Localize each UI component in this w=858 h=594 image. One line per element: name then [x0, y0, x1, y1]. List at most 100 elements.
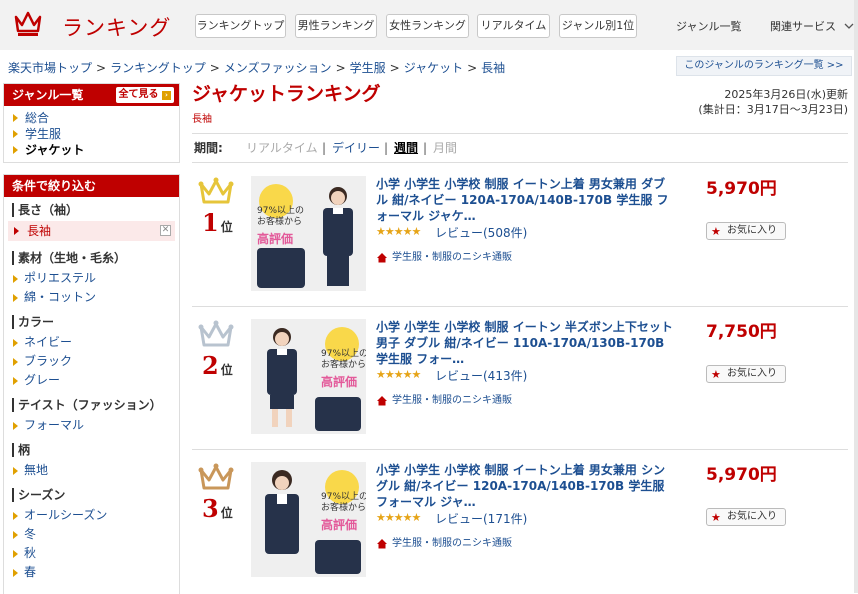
filter-item[interactable]: フォーマル — [4, 416, 179, 435]
period-weekly[interactable]: 週間 — [394, 134, 418, 162]
product-image[interactable]: 97%以上の お客様から 高評価 — [251, 462, 366, 577]
breadcrumb-item[interactable]: 長袖 — [481, 61, 505, 75]
shop-link[interactable]: 学生服・制服のニシキ通販 — [376, 534, 512, 549]
favorite-button[interactable]: ★ お気に入り — [706, 508, 786, 526]
filter-item[interactable]: 冬 — [4, 525, 179, 544]
favorite-label: お気に入り — [727, 368, 777, 379]
product-title[interactable]: 小学 小学生 小学校 制服 イートン上着 男女兼用 シングル 紺/ネイビー 12… — [376, 462, 676, 510]
update-date: 2025年3月26日(水)更新 — [724, 88, 848, 101]
filter-item[interactable]: ブラック — [4, 352, 179, 371]
rank-number: 1位 — [202, 208, 233, 237]
breadcrumb-item[interactable]: 楽天市場トップ — [8, 61, 92, 75]
image-highlight: 高評価 — [321, 375, 358, 389]
child-model-image — [267, 328, 297, 427]
filter-section-title: テイスト（ファッション） — [12, 398, 179, 412]
scrollbar[interactable] — [854, 0, 858, 593]
filter-item[interactable]: グレー — [4, 371, 179, 390]
star-rating-icon: ★★★★★ — [376, 511, 421, 524]
star-icon: ★ — [711, 511, 721, 524]
review-link[interactable]: レビュー(171件) — [435, 510, 527, 527]
shop-name: 学生服・制服のニシキ通販 — [392, 538, 512, 549]
filter-selected-item[interactable]: 長袖 ✕ — [8, 221, 175, 241]
crown-silver-icon — [198, 320, 234, 347]
filter-item[interactable]: 春 — [4, 563, 179, 582]
product-price: 7,750円 — [706, 322, 777, 342]
filter-item[interactable]: ネイビー — [4, 333, 179, 352]
shop-name: 学生服・制服のニシキ通販 — [392, 395, 512, 406]
filter-section-title: 素材（生地・毛糸） — [12, 251, 179, 265]
rank-value: 2 — [202, 351, 219, 380]
chevron-down-icon — [844, 23, 853, 29]
star-icon: ★ — [711, 225, 721, 238]
period-label: 期間: — [194, 141, 223, 155]
star-rating-icon: ★★★★★ — [376, 368, 421, 381]
nav-female-ranking[interactable]: 女性ランキング — [386, 14, 469, 38]
nav-realtime[interactable]: リアルタイム — [477, 14, 550, 38]
product-image[interactable]: 97%以上の お客様から 高評価 — [251, 319, 366, 434]
rank-value: 3 — [202, 494, 219, 523]
crown-gold-icon — [198, 177, 234, 204]
image-caption: 97%以上の お客様から — [257, 206, 305, 227]
close-icon[interactable]: ✕ — [160, 225, 171, 236]
crown-bronze-icon — [198, 463, 234, 490]
page-title: ジャケットランキング — [192, 83, 381, 105]
breadcrumb-item[interactable]: メンズファッション — [224, 61, 332, 75]
star-icon: ★ — [711, 368, 721, 381]
filter-item[interactable]: 秋 — [4, 544, 179, 563]
rank-number: 2位 — [202, 351, 233, 380]
genre-ranking-list-link[interactable]: このジャンルのランキング一覧 >> — [676, 56, 852, 76]
product-title[interactable]: 小学 小学生 小学校 制服 イートン上着 男女兼用 ダブル 紺/ネイビー 120… — [376, 176, 676, 224]
filter-item[interactable]: ポリエステル — [4, 269, 179, 288]
image-caption: 97%以上の お客様から — [321, 349, 366, 370]
breadcrumb-item[interactable]: ランキングトップ — [110, 61, 206, 75]
filter-item[interactable]: オールシーズン — [4, 506, 179, 525]
genre-item[interactable]: 総合 — [4, 110, 179, 126]
image-caption: 97%以上の お客様から — [321, 492, 366, 513]
genre-item[interactable]: 学生服 — [4, 126, 179, 142]
star-rating-icon: ★★★★★ — [376, 225, 421, 238]
review-link[interactable]: レビュー(413件) — [435, 367, 527, 384]
favorite-button[interactable]: ★ お気に入り — [706, 365, 786, 383]
breadcrumb-item[interactable]: 学生服 — [350, 61, 386, 75]
shop-link[interactable]: 学生服・制服のニシキ通販 — [376, 391, 512, 406]
nav-genre-list[interactable]: ジャンル一覧 — [676, 18, 741, 34]
filter-item[interactable]: 無地 — [4, 461, 179, 480]
product-price: 5,970円 — [706, 179, 777, 199]
jacket-image — [315, 540, 361, 574]
related-services-label: 関連サービス — [770, 20, 836, 33]
shop-link[interactable]: 学生服・制服のニシキ通販 — [376, 248, 512, 263]
arrow-right-icon: › — [162, 91, 171, 100]
ranking-item: 1位 97%以上の お客様から 高評価 小学 小学生 小学校 制服 イートン上着… — [192, 164, 848, 307]
period-daily[interactable]: デイリー — [332, 134, 380, 162]
nav-related-services[interactable]: 関連サービス — [770, 18, 854, 34]
page-subtitle: 長袖 — [192, 114, 212, 125]
product-image[interactable]: 97%以上の お客様から 高評価 — [251, 176, 366, 291]
rank-suffix: 位 — [220, 363, 233, 377]
breadcrumb-item[interactable]: ジャケット — [404, 61, 463, 75]
rank-suffix: 位 — [220, 220, 233, 234]
filter-header: 条件で絞り込む — [4, 175, 179, 197]
product-title[interactable]: 小学 小学生 小学校 制服 イートン 半ズボン上下セット 男子 ダブル 紺/ネイ… — [376, 319, 676, 367]
favorite-button[interactable]: ★ お気に入り — [706, 222, 786, 240]
nav-male-ranking[interactable]: 男性ランキング — [295, 14, 377, 38]
jacket-image — [257, 248, 305, 288]
house-icon — [377, 395, 387, 405]
breadcrumb: 楽天市場トップ > ランキングトップ > メンズファッション > 学生服 > ジャケット > 長袖 — [8, 61, 506, 75]
see-all-button[interactable]: 全て見る › — [115, 87, 174, 103]
jacket-image — [315, 397, 361, 431]
ranking-item: 3位 97%以上の お客様から 高評価 小学 小学生 小学校 制服 イートン上着… — [192, 450, 848, 593]
filter-item[interactable]: 綿・コットン — [4, 288, 179, 307]
logo-text[interactable]: ランキング — [62, 12, 171, 42]
nav-ranking-top[interactable]: ランキングトップ — [195, 14, 286, 38]
genre-item-current[interactable]: ジャケット — [4, 142, 179, 158]
separator: | — [423, 141, 428, 155]
child-model-image — [265, 470, 299, 554]
period-range: (集計日：3月17日〜3月23日) — [698, 103, 848, 116]
crown-logo-icon[interactable] — [13, 9, 43, 37]
ranking-item: 2位 97%以上の お客様から 高評価 小学 小学生 小学校 制服 イートン 半… — [192, 307, 848, 450]
nav-genre-first[interactable]: ジャンル別1位 — [559, 14, 637, 38]
review-link[interactable]: レビュー(508件) — [435, 224, 527, 241]
rank-value: 1 — [202, 208, 219, 237]
selected-label: 長袖 — [27, 224, 52, 238]
period-realtime[interactable]: リアルタイム — [246, 134, 318, 162]
